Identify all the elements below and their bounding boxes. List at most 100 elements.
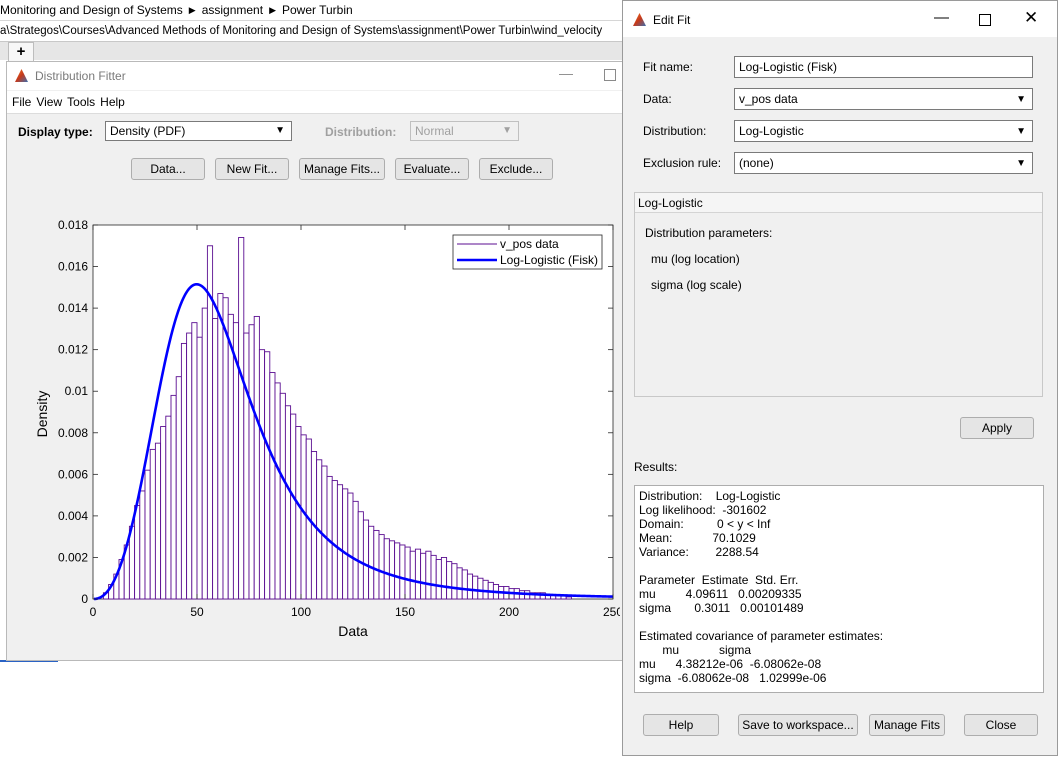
y-tick-label: 0.004 <box>58 509 88 523</box>
maximize-icon[interactable] <box>979 14 991 26</box>
matlab-logo-icon <box>633 13 646 26</box>
close-icon[interactable]: ✕ <box>1024 8 1038 28</box>
new-tab-button[interactable]: + <box>8 42 34 61</box>
histogram-bar <box>300 434 307 600</box>
histogram-bar <box>446 561 453 600</box>
histogram-bar <box>394 542 401 600</box>
evaluate-button[interactable]: Evaluate... <box>395 158 469 180</box>
distribution-select[interactable]: Log-Logistic ▼ <box>734 120 1033 142</box>
histogram-bar <box>238 237 245 600</box>
display-type-label: Display type: <box>18 125 93 139</box>
dropdown-arrow-icon: ▼ <box>502 125 512 136</box>
histogram-bar <box>175 376 182 600</box>
chevron-right-icon: ▶ <box>269 4 276 15</box>
histogram-bar <box>440 556 448 600</box>
x-tick-label: 200 <box>499 605 519 619</box>
x-tick-label: 0 <box>90 605 97 619</box>
maximize-icon[interactable] <box>604 69 616 81</box>
exclude-button[interactable]: Exclude... <box>479 158 553 180</box>
exclusion-rule-select[interactable]: (none) ▼ <box>734 152 1033 174</box>
editor-tab-strip <box>0 42 622 60</box>
breadcrumb-item[interactable]: assignment <box>202 3 263 17</box>
minimize-icon[interactable]: — <box>934 9 949 26</box>
save-to-workspace-button[interactable]: Save to workspace... <box>738 714 858 736</box>
breadcrumb-item[interactable]: Monitoring and Design of Systems <box>0 3 183 17</box>
results-line: Variance: 2288.54 <box>639 545 759 559</box>
histogram-bar <box>409 550 416 600</box>
histogram-bar <box>290 413 297 600</box>
breadcrumb: Monitoring and Design of Systems ▶ assig… <box>0 0 622 21</box>
histogram-bar <box>482 579 489 600</box>
results-line: mu 4.38212e-06 -6.08062e-08 <box>639 657 822 671</box>
menu-file[interactable]: File <box>12 91 31 113</box>
manage-fits-button[interactable]: Manage Fits... <box>299 158 385 180</box>
menu-view[interactable]: View <box>36 91 62 113</box>
histogram-bar <box>404 546 411 600</box>
histogram-bar <box>160 426 167 600</box>
y-tick-label: 0.008 <box>58 426 88 440</box>
minimize-icon[interactable]: — <box>559 65 573 81</box>
histogram-bar <box>196 336 203 600</box>
exclusion-rule-value: (none) <box>739 156 774 170</box>
matlab-logo-icon <box>15 69 28 82</box>
histogram-bar <box>134 505 141 600</box>
menu-tools[interactable]: Tools <box>67 91 95 113</box>
histogram-bar <box>352 500 359 600</box>
histogram-bar <box>368 525 375 600</box>
histogram-bar <box>139 490 146 600</box>
histogram-bar <box>253 315 260 600</box>
apply-button[interactable]: Apply <box>960 417 1034 439</box>
panel-title: Log-Logistic <box>635 193 1042 213</box>
histogram-bar <box>477 577 484 600</box>
display-type-value: Density (PDF) <box>110 124 186 138</box>
y-tick-label: 0.018 <box>58 218 88 232</box>
distribution-value: Normal <box>415 124 454 138</box>
histogram-bar <box>180 342 188 600</box>
results-line: sigma 0.3011 0.00101489 <box>639 601 804 615</box>
results-line: Distribution: Log-Logistic <box>639 489 781 503</box>
new-fit-button[interactable]: New Fit... <box>215 158 289 180</box>
window-title: Distribution Fitter <box>35 69 126 83</box>
histogram-bar <box>336 484 344 600</box>
data-value: v_pos data <box>739 92 798 106</box>
results-text: Distribution: Log-Logistic Log likelihoo… <box>634 485 1044 693</box>
x-tick-label: 50 <box>190 605 204 619</box>
histogram-bar <box>357 511 364 600</box>
breadcrumb-item[interactable]: Power Turbin <box>282 3 353 17</box>
histogram-bar <box>430 554 437 600</box>
data-label: Data: <box>643 92 672 106</box>
results-line: Parameter Estimate Std. Err. <box>639 573 799 587</box>
histogram-bar <box>378 534 385 600</box>
results-line: mu 4.09611 0.00209335 <box>639 587 802 601</box>
histogram-bar <box>456 567 463 600</box>
fit-name-input[interactable]: Log-Logistic (Fisk) <box>734 56 1033 78</box>
histogram-bar <box>222 297 229 600</box>
params-heading: Distribution parameters: <box>645 226 773 240</box>
histogram-bar <box>217 293 224 600</box>
results-line <box>639 559 1039 573</box>
y-tick-label: 0 <box>81 592 88 606</box>
chevron-right-icon: ▶ <box>188 4 196 15</box>
histogram-bar <box>565 596 572 600</box>
histogram-bar <box>269 372 276 600</box>
param-sigma-label: sigma (log scale) <box>651 278 742 292</box>
dialog-title: Edit Fit <box>653 13 691 27</box>
data-select[interactable]: v_pos data ▼ <box>734 88 1033 110</box>
distribution-select: Normal ▼ <box>410 121 519 141</box>
menu-help[interactable]: Help <box>100 91 125 113</box>
histogram-bar <box>472 575 479 600</box>
dropdown-arrow-icon: ▼ <box>275 125 285 136</box>
close-button[interactable]: Close <box>964 714 1038 736</box>
results-line: Domain: 0 < y < Inf <box>639 517 771 531</box>
y-tick-label: 0.002 <box>58 550 88 564</box>
distribution-label: Distribution: <box>643 124 707 138</box>
help-button[interactable]: Help <box>643 714 719 736</box>
exclusion-rule-label: Exclusion rule: <box>643 156 722 170</box>
display-type-select[interactable]: Density (PDF) ▼ <box>105 121 292 141</box>
histogram-bar <box>212 318 219 600</box>
histogram-bar <box>243 332 250 600</box>
manage-fits-button[interactable]: Manage Fits <box>869 714 945 736</box>
data-button[interactable]: Data... <box>131 158 205 180</box>
parameters-panel: Log-Logistic Distribution parameters: mu… <box>634 192 1043 397</box>
legend: v_pos data Log-Logistic (Fisk) <box>452 234 603 270</box>
